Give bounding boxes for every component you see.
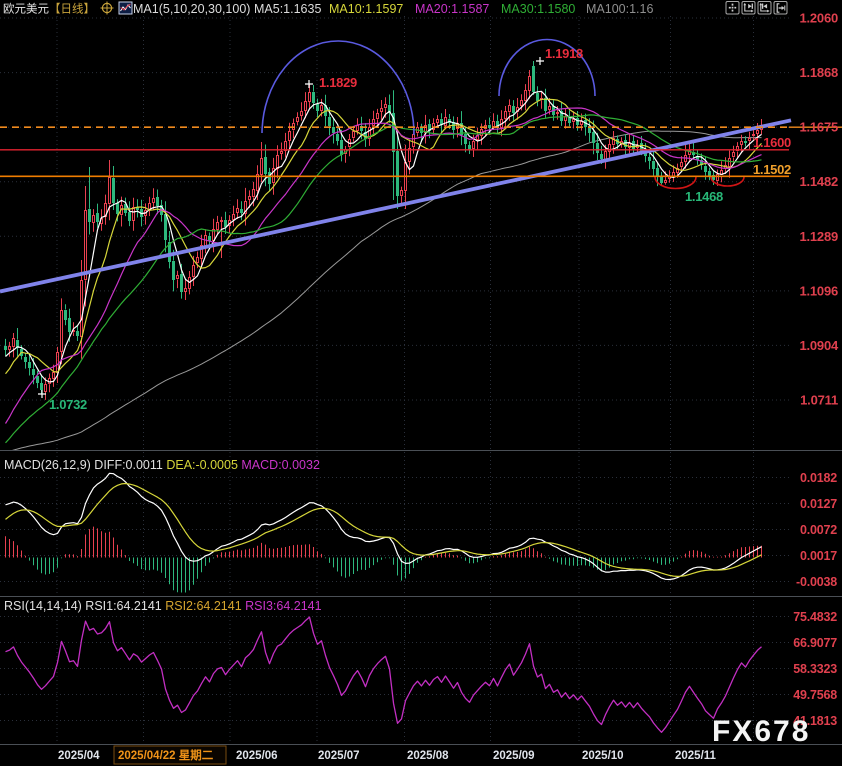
- svg-text:MA30:1.1580: MA30:1.1580: [501, 2, 575, 16]
- svg-text:75.4832: 75.4832: [793, 610, 837, 624]
- svg-text:欧元美元【日线】: 欧元美元【日线】: [3, 2, 95, 16]
- svg-text:1.1600: 1.1600: [753, 135, 791, 150]
- svg-text:66.9077: 66.9077: [793, 636, 837, 650]
- svg-text:2025/11: 2025/11: [675, 750, 717, 762]
- svg-text:1.0904: 1.0904: [799, 338, 839, 353]
- svg-text:2025/07: 2025/07: [318, 750, 360, 762]
- svg-text:0.0182: 0.0182: [800, 471, 837, 485]
- svg-text:1.1289: 1.1289: [799, 229, 838, 244]
- svg-text:1.2060: 1.2060: [799, 11, 838, 26]
- svg-text:-0.0038: -0.0038: [796, 575, 837, 589]
- svg-text:1.0732: 1.0732: [49, 397, 87, 412]
- svg-text:1.1829: 1.1829: [319, 75, 357, 90]
- svg-text:RSI(14,14,14) RSI1:64.2141 RSI: RSI(14,14,14) RSI1:64.2141 RSI2:64.2141 …: [4, 599, 322, 613]
- svg-text:1.1096: 1.1096: [799, 283, 838, 298]
- svg-text:1.1868: 1.1868: [799, 65, 838, 80]
- svg-text:MA10:1.1597: MA10:1.1597: [329, 2, 403, 16]
- svg-text:2025/10: 2025/10: [582, 750, 624, 762]
- svg-text:0.0127: 0.0127: [800, 497, 837, 511]
- svg-text:MA100:1.16: MA100:1.16: [586, 2, 653, 16]
- svg-text:MA5:1.1635: MA5:1.1635: [254, 2, 321, 16]
- svg-text:2025/04/22 星期二: 2025/04/22 星期二: [118, 748, 214, 762]
- svg-text:1.1502: 1.1502: [753, 162, 791, 177]
- svg-text:1.1918: 1.1918: [545, 46, 583, 61]
- svg-text:58.3323: 58.3323: [793, 662, 837, 676]
- svg-text:1.1468: 1.1468: [685, 189, 723, 204]
- svg-text:49.7568: 49.7568: [793, 688, 837, 702]
- svg-text:2025/09: 2025/09: [493, 750, 535, 762]
- svg-text:MA1(5,10,20,30,100): MA1(5,10,20,30,100): [133, 2, 250, 16]
- svg-text:MACD(26,12,9) DIFF:0.0011 DEA:: MACD(26,12,9) DIFF:0.0011 DEA:-0.0005 MA…: [4, 458, 320, 472]
- svg-text:1.1482: 1.1482: [799, 174, 838, 189]
- svg-text:MA20:1.1587: MA20:1.1587: [415, 2, 489, 16]
- svg-text:2025/04: 2025/04: [58, 750, 100, 762]
- svg-text:1.1675: 1.1675: [799, 120, 838, 135]
- svg-text:FX678: FX678: [712, 715, 810, 748]
- svg-text:2025/08: 2025/08: [407, 750, 449, 762]
- svg-text:0.0072: 0.0072: [800, 523, 837, 537]
- svg-text:2025/06: 2025/06: [236, 750, 278, 762]
- svg-text:1.0711: 1.0711: [800, 393, 838, 408]
- svg-text:0.0017: 0.0017: [800, 549, 837, 563]
